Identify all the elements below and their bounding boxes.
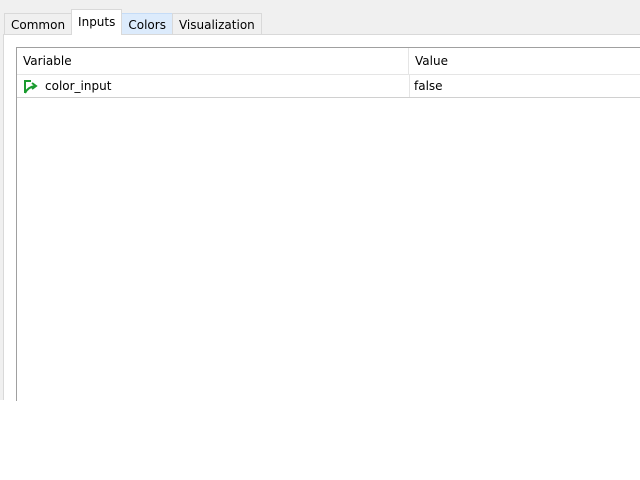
inputs-panel: Variable Value color_input false bbox=[3, 34, 640, 401]
value-cell[interactable]: false bbox=[409, 75, 640, 97]
table-row[interactable]: color_input false bbox=[17, 75, 640, 98]
input-variable-icon bbox=[24, 80, 38, 94]
column-header-variable[interactable]: Variable bbox=[17, 48, 409, 74]
properties-window: Common Inputs Colors Visualization Varia… bbox=[0, 0, 640, 401]
table-header: Variable Value bbox=[17, 48, 640, 75]
variable-name: color_input bbox=[45, 79, 112, 93]
tab-colors[interactable]: Colors bbox=[121, 13, 173, 35]
tab-bar: Common Inputs Colors Visualization bbox=[4, 9, 262, 35]
tab-common[interactable]: Common bbox=[4, 13, 73, 35]
tab-inputs[interactable]: Inputs bbox=[71, 9, 123, 35]
variable-cell[interactable]: color_input bbox=[17, 75, 409, 97]
column-header-value[interactable]: Value bbox=[409, 48, 640, 74]
inputs-table: Variable Value color_input false bbox=[16, 47, 640, 401]
tab-visualization[interactable]: Visualization bbox=[171, 13, 262, 35]
